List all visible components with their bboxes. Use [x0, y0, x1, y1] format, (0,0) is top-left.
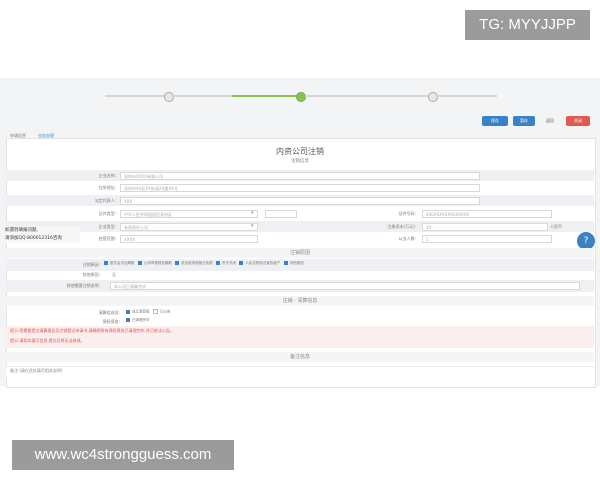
stepper-line-5 — [437, 95, 497, 97]
reason-desc-input[interactable]: 本公司已清算完毕 — [110, 282, 580, 290]
liquidation-option-1: 成立清算组 — [132, 309, 150, 314]
reason-checkbox-3[interactable] — [175, 261, 180, 265]
business-scope-input[interactable]: XXXX — [120, 235, 258, 243]
draft-button[interactable]: 暂存 — [513, 116, 535, 126]
liquidation-checkbox-1[interactable] — [126, 309, 130, 314]
reasons-checkboxes: 股东会决议解散 公司章程规定解散 依法被吊销营业执照 责令关闭 人民法院依法宣告… — [104, 261, 304, 266]
reg-capital-label: 注册资本(万元): — [387, 224, 416, 229]
other-reason-value[interactable]: 无 — [112, 272, 116, 278]
employees-input[interactable]: 1 — [422, 235, 552, 243]
section-reg-info: 注销信息 — [291, 159, 309, 164]
support-note: 如遇到填报问题, 请添加QQ:800012316咨询 — [5, 227, 80, 243]
reason-checkbox-2[interactable] — [137, 261, 142, 265]
currency-label: 人民币 — [550, 224, 562, 229]
chevron-down-icon: ▾ — [251, 223, 254, 229]
liquidation-checkbox-3[interactable] — [126, 318, 130, 322]
address-input[interactable]: 深圳市XX区XX街道XX路XX号 — [120, 184, 480, 192]
company-type-select[interactable]: 有限责任公司 — [120, 223, 258, 231]
stepper-line-2 — [172, 95, 232, 97]
warning-text-2: 提示:请如实填写信息,提交后将无法修改。 — [10, 338, 85, 343]
employees-label: 从业人数: — [398, 236, 416, 241]
warning-text-1: 提示:您需要提交清算报告及注销登记申请书,请确保所有债权债务已清理完毕,并已依法… — [10, 328, 174, 333]
liquidation-checkbox-2[interactable] — [152, 309, 158, 314]
legal-rep-input[interactable]: XXX — [120, 197, 480, 205]
support-note-line-1: 如遇到填报问题, — [5, 228, 38, 233]
page-title: 内资公司注销 — [276, 147, 324, 156]
reason-desc-label: 其他需要注销说明: — [66, 283, 100, 288]
back-button[interactable]: 返回 — [539, 116, 561, 126]
save-button[interactable]: 保存 — [482, 116, 508, 126]
liquidation-row2-options: 已清理完毕 — [126, 318, 150, 323]
cert-no-label: 证件号码: — [398, 211, 416, 216]
stepper-line-4 — [305, 95, 428, 97]
legal-rep-label: 法定代表人: — [94, 198, 116, 203]
url-watermark: www.wc4strongguess.com — [12, 440, 234, 470]
reason-label-5: 人民法院依法宣告破产 — [245, 261, 281, 265]
reason-checkbox-5[interactable] — [239, 261, 244, 265]
liquidation-option-3: 已清理完毕 — [132, 318, 150, 322]
other-reason-label: 其他原因: — [82, 272, 100, 277]
reason-checkbox-6[interactable] — [283, 261, 288, 265]
stepper-line-3 — [232, 95, 298, 97]
step-2-dot[interactable] — [296, 92, 306, 102]
step-3-dot[interactable] — [428, 92, 438, 102]
close-button[interactable]: 关闭 — [566, 116, 590, 126]
cert-extra-input[interactable] — [265, 210, 297, 218]
reasons-label: 注销原因: — [82, 262, 100, 267]
liquidation-row2-label: 债权债务: — [102, 319, 120, 324]
chevron-down-icon: ▾ — [251, 210, 254, 216]
liquidation-row1-options: 成立清算组 已公告 — [126, 309, 170, 315]
remarks-text: 备注:(请在此处填写相关说明) — [10, 368, 63, 373]
liquidation-option-2: 已公告 — [159, 309, 171, 314]
section-reg-reason: 注销原因 — [6, 248, 594, 258]
cert-no-input[interactable]: 440XXXXXXXXXXXXX — [422, 210, 552, 218]
address-label: 住所地址: — [98, 185, 116, 190]
step-1-dot[interactable] — [164, 92, 174, 102]
liquidation-row1-label: 清算组成员: — [98, 310, 120, 315]
section-remarks: 备注信息 — [6, 352, 594, 362]
section-liquidation: 注销 · 清算信息 — [6, 296, 594, 306]
remarks-input[interactable] — [6, 366, 594, 377]
stepper-line-1 — [105, 95, 168, 97]
support-note-line-2: 请添加QQ:800012316咨询 — [5, 236, 62, 241]
reason-label-6: 其他原因 — [289, 261, 304, 265]
company-name-input[interactable]: 深圳市XXXX有限公司 — [120, 172, 480, 180]
tg-watermark: TG: MYYJJPP — [465, 10, 590, 40]
reg-capital-input[interactable]: 10 — [422, 223, 548, 231]
reason-label-3: 依法被吊销营业执照 — [181, 261, 213, 265]
reason-checkbox-1[interactable] — [104, 261, 108, 265]
cert-type-select[interactable]: 中华人民共和国居民身份证 — [120, 210, 258, 218]
cert-type-label: 证件类型: — [98, 211, 116, 216]
reason-label-4: 责令关闭 — [222, 261, 237, 265]
reason-label-2: 公司章程规定解散 — [143, 261, 172, 265]
reason-label-1: 股东会决议解散 — [110, 261, 135, 265]
reason-checkbox-4[interactable] — [216, 261, 221, 265]
company-name-label: 企业名称: — [98, 173, 116, 178]
